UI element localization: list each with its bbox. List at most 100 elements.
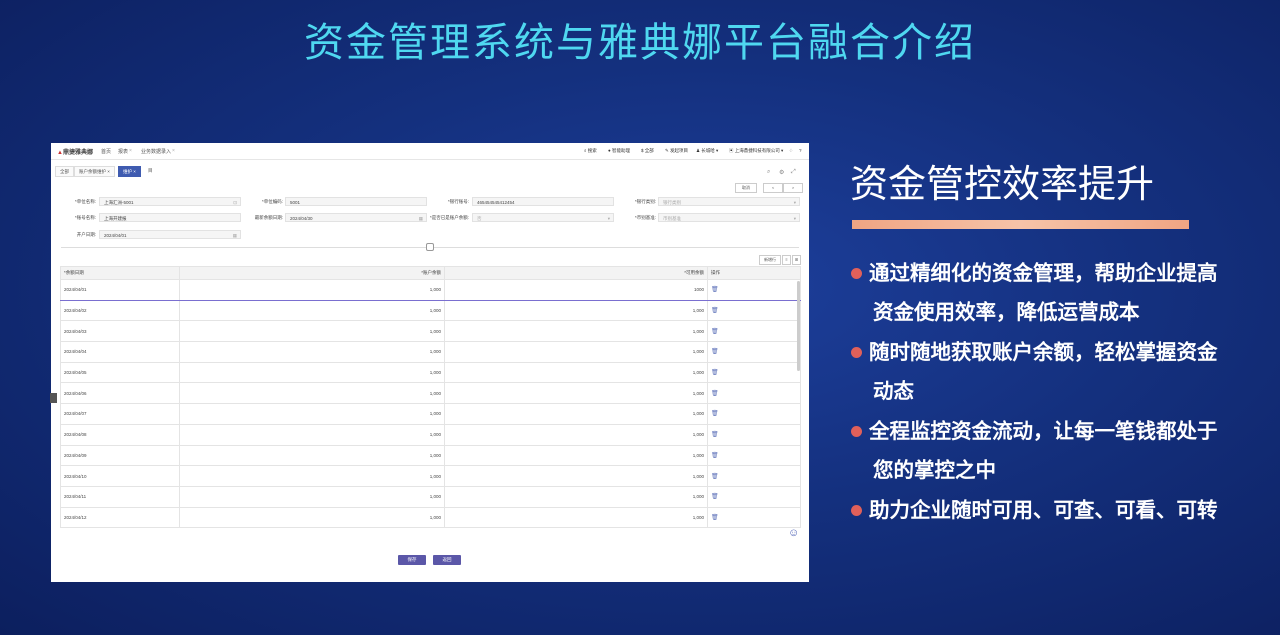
- cell-available[interactable]: 1,000: [444, 465, 708, 487]
- all-link[interactable]: $ 全部: [641, 148, 654, 154]
- filter-icon[interactable]: ≡: [782, 255, 791, 265]
- bell-icon[interactable]: ♢: [789, 148, 793, 154]
- tab-balance-maintain[interactable]: 账户余额维护 ×: [74, 166, 115, 177]
- cell-balance[interactable]: 1,000: [179, 465, 445, 487]
- cell-date[interactable]: 2024/04/04: [60, 341, 180, 363]
- columns-icon[interactable]: ⊞: [792, 255, 801, 265]
- cell-available[interactable]: 1,000: [444, 361, 708, 384]
- currency-select[interactable]: 币别基准 ▾: [658, 213, 800, 222]
- delete-icon[interactable]: 🗑: [711, 370, 719, 376]
- tab-more[interactable]: 目: [144, 166, 157, 175]
- table-scrollbar[interactable]: [797, 281, 800, 371]
- fullscreen-icon[interactable]: ⤢: [791, 169, 796, 176]
- cell-balance[interactable]: 1,000: [179, 403, 445, 425]
- cell-available[interactable]: 1,000: [444, 423, 708, 446]
- cancel-top-button[interactable]: 取消: [735, 183, 757, 193]
- cell-date[interactable]: 2024/04/05: [60, 361, 180, 384]
- next-button[interactable]: >: [783, 183, 803, 193]
- cell-date[interactable]: 2024/04/01: [60, 279, 180, 301]
- company-menu[interactable]: ▣ 上海鼎捷科技有限公司 ▾: [729, 148, 783, 154]
- col-header-balance[interactable]: *账户余额: [179, 266, 445, 280]
- delete-icon[interactable]: 🗑: [711, 287, 719, 293]
- cell-balance[interactable]: 1,000: [179, 485, 445, 508]
- cell-balance[interactable]: 1,000: [179, 279, 445, 301]
- cell-date[interactable]: 2024/04/11: [60, 485, 180, 508]
- new-project-link[interactable]: ✎ 发起项目: [665, 148, 688, 154]
- cell-date[interactable]: 2024/04/08: [60, 423, 180, 446]
- cell-balance[interactable]: 1,000: [179, 423, 445, 446]
- table-row[interactable]: 2024/04/01 1,000 1000 🗑: [60, 279, 801, 301]
- save-button[interactable]: 保存: [398, 555, 426, 565]
- col-header-date[interactable]: *余额日期: [60, 266, 180, 280]
- search-link[interactable]: ⌕ 搜索: [584, 148, 597, 154]
- cell-available[interactable]: 1,000: [444, 341, 708, 363]
- is-record-select[interactable]: 否 ▾: [472, 213, 614, 222]
- nav-data-entry[interactable]: 业务数据录入: [141, 148, 171, 155]
- delete-icon[interactable]: 🗑: [711, 411, 719, 417]
- cell-balance[interactable]: 1,000: [179, 299, 445, 322]
- cell-available[interactable]: 1,000: [444, 299, 708, 322]
- cell-date[interactable]: 2024/04/10: [60, 465, 180, 487]
- cell-date[interactable]: 2024/04/03: [60, 320, 180, 343]
- delete-icon[interactable]: 🗑: [711, 391, 719, 397]
- table-row[interactable]: 2024/04/07 1,000 1,000 🗑: [60, 403, 801, 425]
- delete-icon[interactable]: 🗑: [711, 515, 719, 521]
- delete-icon[interactable]: 🗑: [711, 494, 719, 500]
- account-name-field[interactable]: 上海开建报: [99, 213, 241, 222]
- delete-icon[interactable]: 🗑: [711, 432, 719, 438]
- cell-balance[interactable]: 1,000: [179, 444, 445, 467]
- cell-available[interactable]: 1000: [444, 279, 708, 301]
- cell-date[interactable]: 2024/04/07: [60, 403, 180, 425]
- nav-reports[interactable]: 报表: [118, 148, 128, 155]
- cell-balance[interactable]: 1,000: [179, 506, 445, 529]
- prev-button[interactable]: <: [763, 183, 783, 193]
- tab-maintain[interactable]: 维护 ×: [118, 166, 141, 177]
- cell-available[interactable]: 1,000: [444, 485, 708, 508]
- table-row[interactable]: 2024/04/02 1,000 1,000 🗑: [60, 299, 801, 322]
- return-button[interactable]: 返回: [433, 555, 461, 565]
- cell-date[interactable]: 2024/04/02: [60, 299, 180, 322]
- cell-balance[interactable]: 1,000: [179, 341, 445, 363]
- assistant-link[interactable]: ● 智能助理: [608, 148, 630, 154]
- side-drawer-handle[interactable]: [50, 393, 57, 403]
- cell-date[interactable]: 2024/04/09: [60, 444, 180, 467]
- nav-home[interactable]: 首页: [101, 148, 111, 155]
- collapse-handle[interactable]: [426, 243, 434, 251]
- col-header-available[interactable]: *可用余额: [444, 266, 708, 280]
- cell-available[interactable]: 1,000: [444, 403, 708, 425]
- assistant-bot-icon[interactable]: ☺: [788, 527, 802, 543]
- table-row[interactable]: 2024/04/09 1,000 1,000 🗑: [60, 444, 801, 467]
- table-row[interactable]: 2024/04/05 1,000 1,000 🗑: [60, 361, 801, 384]
- table-row[interactable]: 2024/04/11 1,000 1,000 🗑: [60, 485, 801, 508]
- cell-balance[interactable]: 1,000: [179, 320, 445, 343]
- bank-type-select[interactable]: 银行类别 ▾: [658, 197, 800, 206]
- unit-name-field[interactable]: 上海汇洲-5001 ⊡: [99, 197, 241, 206]
- delete-icon[interactable]: 🗑: [711, 349, 719, 355]
- cell-balance[interactable]: 1,000: [179, 361, 445, 384]
- table-row[interactable]: 2024/04/04 1,000 1,000 🗑: [60, 341, 801, 363]
- unit-code-field[interactable]: 5001: [285, 197, 427, 206]
- delete-icon[interactable]: 🗑: [711, 329, 719, 335]
- delete-icon[interactable]: 🗑: [711, 453, 719, 459]
- last-date-field[interactable]: 2024/04/30 ▦: [285, 213, 427, 222]
- user-menu[interactable]: ♟ 长城哈 ▾: [696, 148, 718, 154]
- nav-reports-close-icon[interactable]: ×: [129, 148, 132, 154]
- help-icon[interactable]: ?: [799, 148, 802, 153]
- settings-icon[interactable]: ⚙: [779, 169, 784, 176]
- cell-date[interactable]: 2024/04/06: [60, 382, 180, 405]
- cell-available[interactable]: 1,000: [444, 444, 708, 467]
- tab-all[interactable]: 全部: [55, 166, 74, 177]
- delete-icon[interactable]: 🗑: [711, 474, 719, 480]
- table-row[interactable]: 2024/04/06 1,000 1,000 🗑: [60, 382, 801, 405]
- cell-date[interactable]: 2024/04/12: [60, 506, 180, 529]
- account-field[interactable]: 465454545412454: [472, 197, 614, 206]
- cell-available[interactable]: 1,000: [444, 320, 708, 343]
- cell-available[interactable]: 1,000: [444, 506, 708, 529]
- table-row[interactable]: 2024/04/08 1,000 1,000 🗑: [60, 423, 801, 446]
- table-row[interactable]: 2024/04/10 1,000 1,000 🗑: [60, 465, 801, 487]
- add-row-button[interactable]: 新增行: [759, 255, 781, 265]
- nav-data-entry-close-icon[interactable]: ×: [172, 148, 175, 154]
- cell-available[interactable]: 1,000: [444, 382, 708, 405]
- table-row[interactable]: 2024/04/12 1,000 1,000 🗑: [60, 506, 801, 529]
- table-row[interactable]: 2024/04/03 1,000 1,000 🗑: [60, 320, 801, 343]
